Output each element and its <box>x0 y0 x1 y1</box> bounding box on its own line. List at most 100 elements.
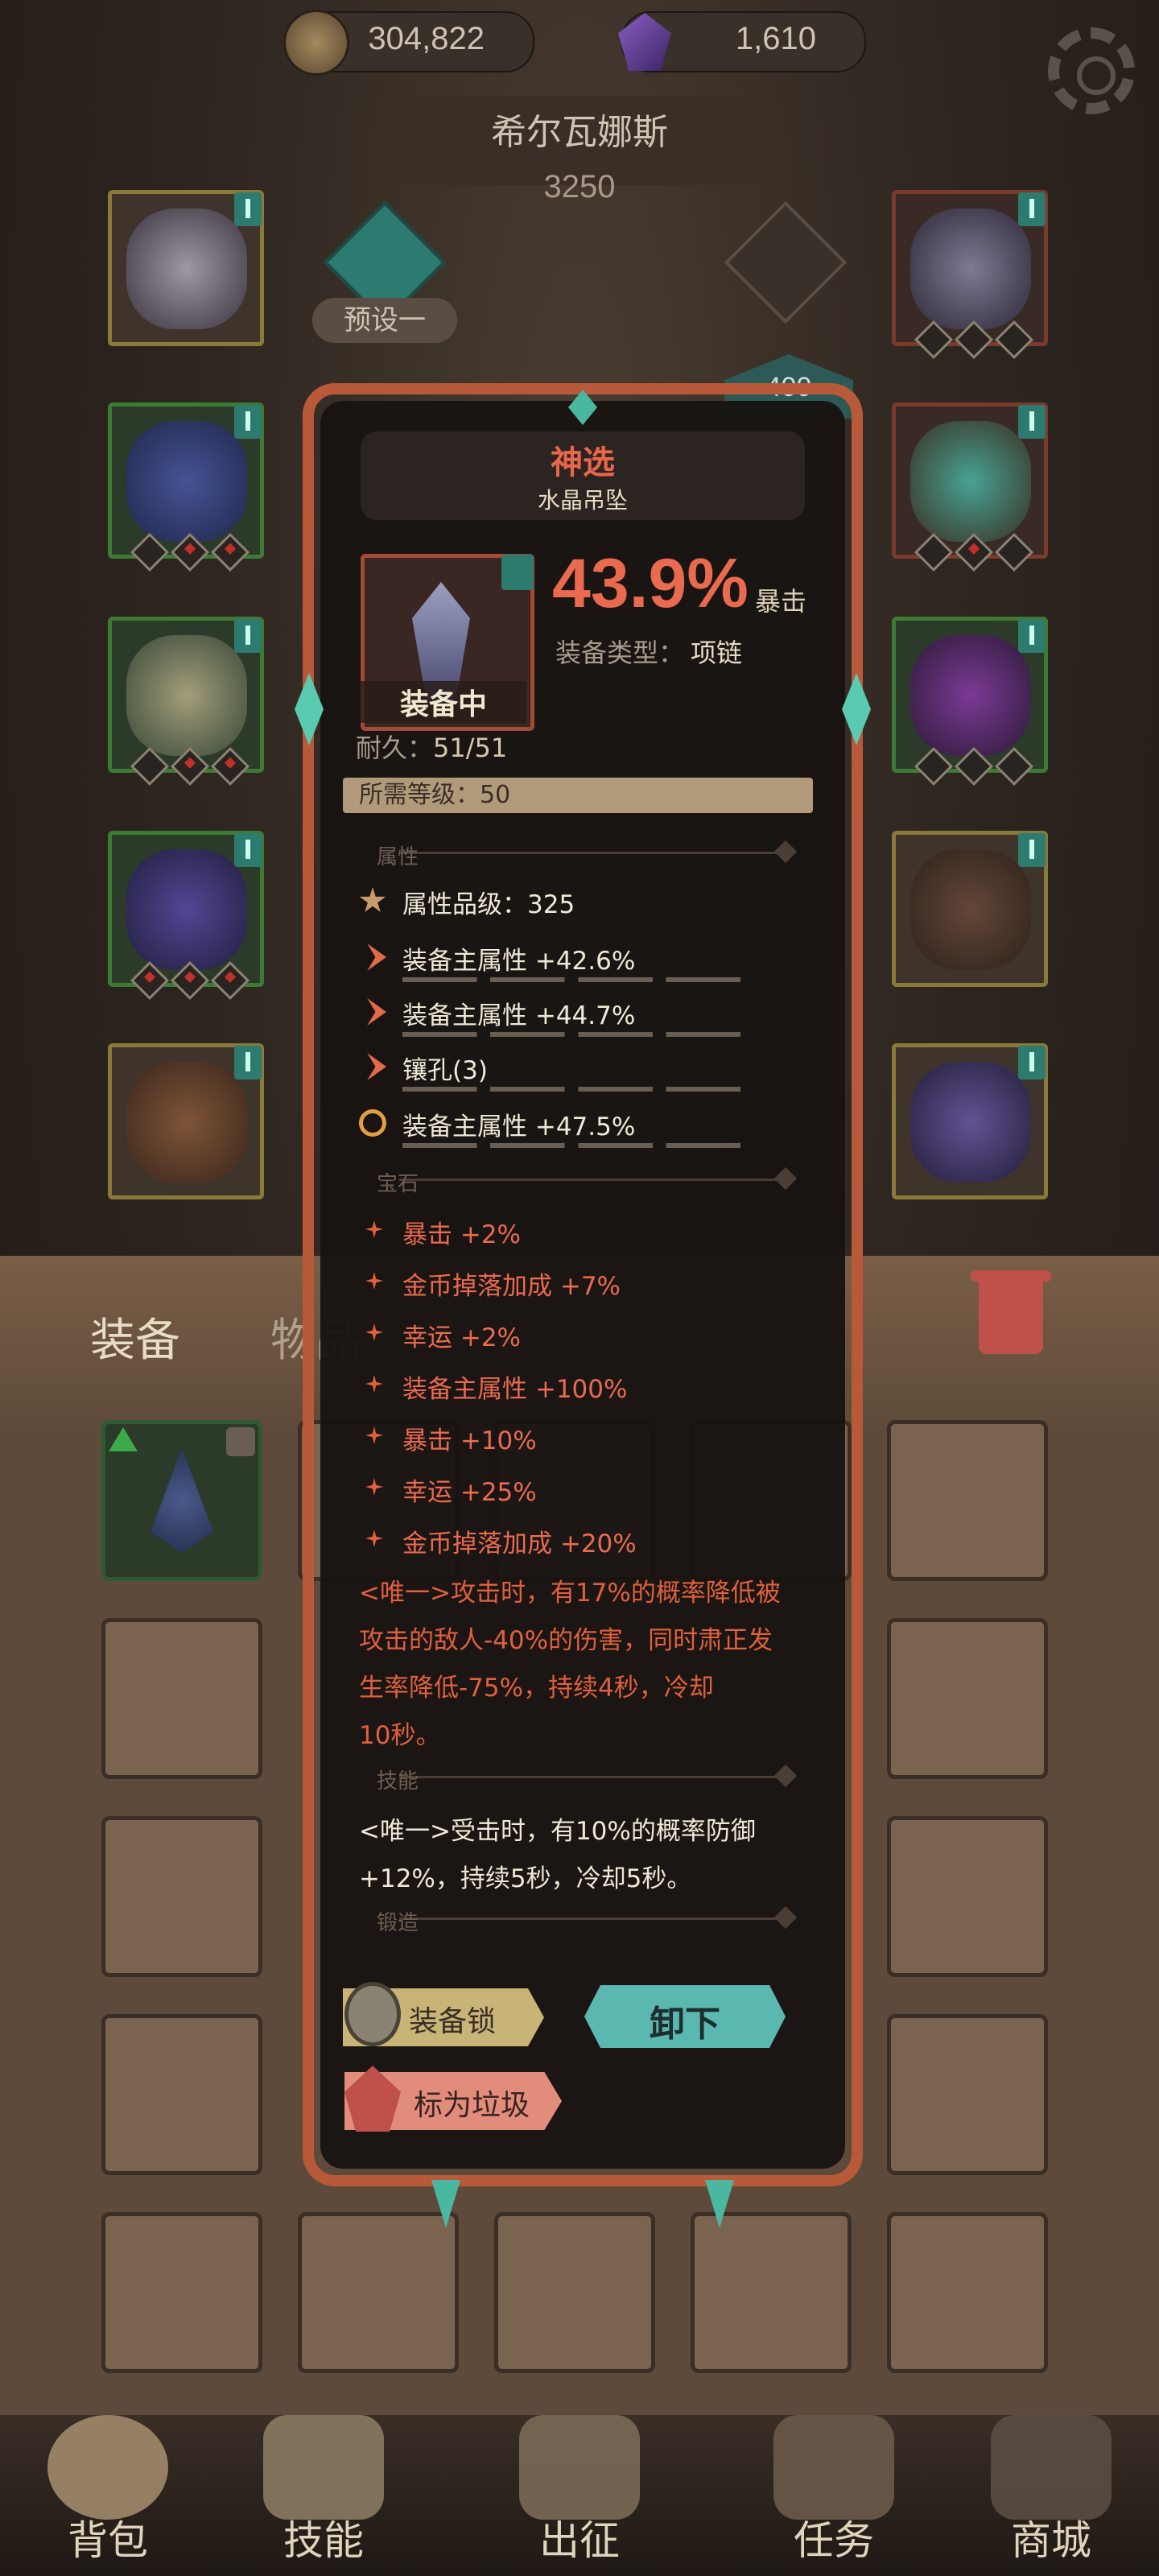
necklace-icon <box>910 208 1031 329</box>
equip-slot-necklace[interactable] <box>892 190 1048 360</box>
unequip-button[interactable]: 卸下 <box>584 1985 786 2048</box>
nav-skills[interactable]: 技能 <box>235 2415 412 2576</box>
inventory-slot[interactable] <box>101 2014 262 2175</box>
required-level: 所需等级：50 <box>343 778 813 813</box>
inventory-slot[interactable] <box>887 2212 1048 2373</box>
slot-tag-icon <box>234 1046 262 1080</box>
gold-counter: 304,822 <box>283 10 534 76</box>
gem-stat-text: 金币掉落加成 +20% <box>402 1530 637 1558</box>
divider <box>399 852 777 854</box>
inventory-slot[interactable] <box>101 1816 262 1977</box>
effect-line: 生率降低-75%，持续4秒，冷却 <box>359 1674 714 1703</box>
section-gems: 宝石 <box>351 1166 802 1196</box>
slot-tag-icon <box>1018 619 1046 653</box>
inventory-slot[interactable] <box>101 2212 262 2373</box>
divider-diamond-icon <box>773 1166 798 1191</box>
equip-type-value: 项链 <box>691 638 743 668</box>
gold-value: 304,822 <box>368 21 485 56</box>
attribute-grade-row: 属性品级：325 <box>359 884 794 929</box>
inventory-slot[interactable] <box>887 1618 1048 1779</box>
character-power: 3250 <box>543 169 616 204</box>
equip-slot-gloves[interactable] <box>892 617 1048 786</box>
skill-effect: <唯一>受击时，有10%的概率防御 +12%，持续5秒，冷却5秒。 <box>359 1808 818 1903</box>
gem-stat-text: 金币掉落加成 +7% <box>402 1272 621 1301</box>
tab-equipment[interactable]: 装备 <box>90 1304 180 1369</box>
equip-slot-shoulder[interactable] <box>108 617 264 786</box>
attribute-text: 装备主属性 +42.6% <box>402 947 636 976</box>
attribute-bar <box>402 977 740 982</box>
effect-line: 10秒。 <box>359 1721 441 1750</box>
inventory-slot[interactable] <box>298 2212 459 2373</box>
gem-counter: 1,610 <box>618 11 866 72</box>
gem-stat-text: 暴击 +2% <box>402 1220 522 1249</box>
divider <box>399 1776 777 1778</box>
equip-slot-ring[interactable] <box>892 402 1048 572</box>
equip-slot-bow[interactable] <box>892 831 1048 987</box>
settings-gear-icon[interactable] <box>1048 27 1135 114</box>
item-detail-popup: 神选 水晶吊坠 装备中 43.9% 暴击 装备类型： 项链 耐久：51/51 所… <box>295 383 871 2228</box>
attribute-grade: 属性品级：325 <box>402 890 575 919</box>
main-stat-value: 43.9% <box>552 545 749 622</box>
slot-tag-icon <box>501 555 534 590</box>
reroll-cycle-icon <box>359 1109 386 1137</box>
item-name: 水晶吊坠 <box>537 487 628 514</box>
socket-arrow-icon <box>367 1053 386 1080</box>
attribute-arrow-icon <box>367 998 386 1026</box>
unequip-label: 卸下 <box>650 2004 720 2045</box>
durability: 耐久：51/51 <box>356 728 507 765</box>
character-name: 希尔瓦娜斯 <box>491 112 668 153</box>
divider <box>399 1918 777 1920</box>
attribute-row: 装备主属性 +44.7% <box>359 995 794 1040</box>
attribute-text: 装备主属性 +44.7% <box>402 1001 636 1030</box>
inventory-item[interactable] <box>101 1420 262 1581</box>
equip-slot-quiver[interactable] <box>892 1043 1048 1199</box>
wings-icon <box>126 208 247 329</box>
divider <box>399 1179 777 1181</box>
inventory-slot[interactable] <box>887 2014 1048 2175</box>
slot-tag-icon <box>1018 833 1046 867</box>
equip-slot-armor[interactable] <box>108 831 264 1001</box>
slot-tag-icon <box>1018 405 1046 439</box>
boots-icon <box>126 1062 247 1183</box>
nav-quests[interactable]: 任务 <box>745 2415 922 2576</box>
attribute-bar <box>402 1143 740 1148</box>
section-skill: 技能 <box>351 1764 802 1794</box>
divider-diamond-icon <box>773 1905 798 1930</box>
shop-crown-icon <box>991 2415 1112 2520</box>
equip-slot-helmet[interactable] <box>108 402 264 572</box>
slot-tag-icon <box>234 192 262 226</box>
grade-crown-icon <box>359 887 386 912</box>
section-title: 技能 <box>377 1769 419 1794</box>
equip-slot-boots[interactable] <box>108 1043 264 1199</box>
gem-stat-text: 暴击 +10% <box>402 1426 537 1455</box>
main-stat-label: 暴击 <box>755 586 807 617</box>
slot-tag-icon <box>234 619 262 653</box>
attribute-row: 装备主属性 +42.6% <box>359 940 794 985</box>
preset-selector[interactable]: 预设一 <box>312 298 457 343</box>
nav-shop[interactable]: 商城 <box>963 2415 1140 2576</box>
equip-slot-wings[interactable] <box>108 190 264 346</box>
nav-battle[interactable]: 出征 <box>491 2415 668 2576</box>
nav-bag[interactable]: 背包 <box>19 2415 196 2576</box>
gem-stat-text: 装备主属性 +100% <box>402 1375 628 1404</box>
slot-tag-icon <box>1018 1046 1046 1080</box>
equip-type-label: 装备类型： <box>555 638 685 668</box>
durability-value: 51/51 <box>433 733 508 763</box>
armor-icon <box>126 849 247 970</box>
gold-coin-icon <box>283 10 349 76</box>
mark-junk-label: 标为垃圾 <box>414 2089 530 2122</box>
inventory-slot[interactable] <box>887 1420 1048 1581</box>
skill-card-icon <box>263 2415 384 2520</box>
inventory-slot[interactable] <box>887 1816 1048 1977</box>
inventory-slot[interactable] <box>691 2212 852 2373</box>
crown-item-icon <box>151 1448 213 1553</box>
equip-lock-label: 装备锁 <box>409 2005 497 2038</box>
divider-diamond-icon <box>773 1764 798 1788</box>
inventory-slot[interactable] <box>494 2212 655 2373</box>
inventory-slot[interactable] <box>101 1618 262 1779</box>
unique-gem-effect: <唯一>攻击时，有17%的概率降低被 攻击的敌人-40%的伤害，同时肃正发 生率… <box>359 1570 818 1760</box>
gem-stat-text: 幸运 +2% <box>402 1323 522 1352</box>
attribute-bar <box>402 1032 740 1037</box>
attribute-text: 镶孔(3) <box>402 1056 488 1085</box>
trash-can-icon[interactable] <box>971 1270 1051 1354</box>
